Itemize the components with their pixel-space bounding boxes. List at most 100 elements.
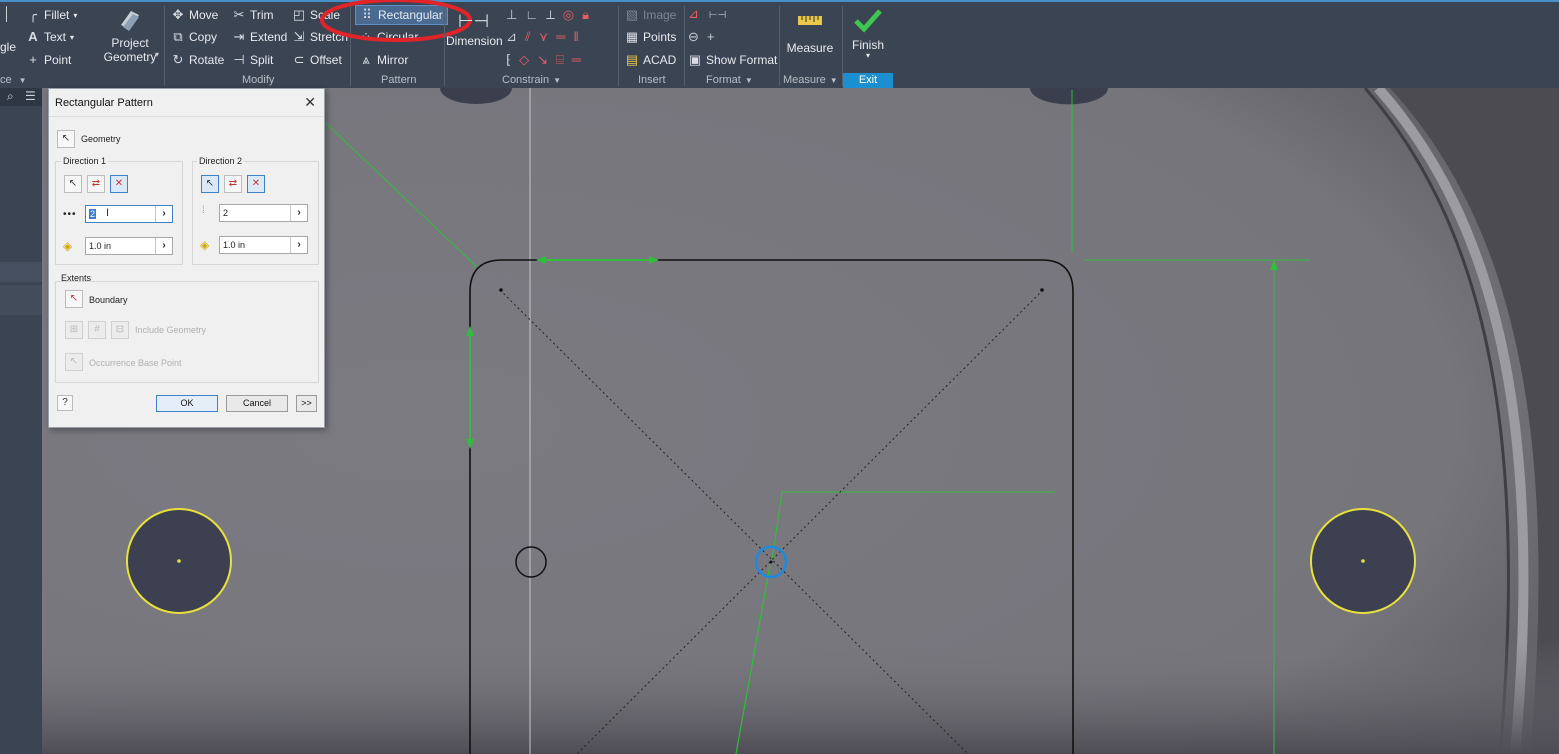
mirror-icon: ⩓ [362,52,370,67]
direction1-midplane-button[interactable]: ✕ [110,175,128,193]
construction-icon[interactable]: ⊿ [688,6,699,21]
fix-lock-icon[interactable]: 🔒︎ [582,7,597,22]
close-icon[interactable]: ✕ [304,94,316,111]
dimension-button[interactable]: ⊢⊣ Dimension [446,8,503,48]
include-geometry-button-3[interactable]: ⊟ [111,321,129,339]
chevron-right-icon[interactable]: › [290,237,307,253]
split-button[interactable]: ⊣ Split [232,53,273,68]
image-button[interactable]: ▧ Image [625,8,677,23]
dropdown-arrow-icon: ▼ [18,75,27,85]
include-geometry-button-2[interactable]: # [88,321,106,339]
measure-button[interactable]: Measure [784,10,836,55]
project-geometry-button[interactable]: Project Geometry [100,7,160,64]
show-format-button[interactable]: ▣ Show Format [688,52,778,68]
offset-label: Offset [310,53,342,67]
boundary-select-button[interactable]: ↖ [65,290,83,308]
tangent-icon[interactable]: ⊿ [506,29,525,44]
driven-dimension-icon[interactable]: ⊢⊣ [709,10,726,21]
direction2-midplane-button[interactable]: ✕ [247,175,265,193]
rotate-button[interactable]: ↻ Rotate [171,53,225,68]
direction1-label: Direction 1 [61,156,109,166]
collinear-icon[interactable]: ∟ [525,7,546,22]
extend-button[interactable]: ⇥ Extend [232,30,288,45]
fillet-dropdown-icon: ▾ [73,10,78,20]
vertical-icon[interactable]: ‖ [573,29,586,44]
offset-button[interactable]: ⊂ Offset [292,53,342,68]
smooth-icon[interactable]: ⁅ [506,52,519,67]
center-point[interactable] [769,560,773,564]
sketch-point[interactable] [499,288,503,292]
browser-item-highlight[interactable] [0,262,42,282]
coincident-icon[interactable]: ⊥ [506,7,525,22]
ok-button[interactable]: OK [156,395,218,412]
perpendicular-icon[interactable]: ⟂ [546,7,563,22]
measure-label: Measure [786,41,834,55]
centerline-icon[interactable]: ⊖ [688,29,699,44]
copy-icon: ⧉ [173,29,183,44]
hole-center-point[interactable] [177,559,181,563]
hole-center-point[interactable] [1361,559,1365,563]
midplane-icon: ✕ [251,178,261,189]
more-options-button[interactable]: >> [296,395,317,412]
floor-shadow [42,640,1559,754]
count-vertical-icon: ⁞ [202,205,205,216]
horizontal-icon[interactable]: ⋎ [539,29,557,44]
move-icon: ✥ [172,7,184,22]
sketch-point[interactable] [1040,288,1044,292]
equal-icon[interactable]: ═ [556,29,573,44]
menu-icon[interactable]: ☰ [25,89,36,103]
text-button[interactable]: A Text ▾ [26,30,75,45]
image-label: Image [643,8,677,22]
text-label: Text [44,30,67,44]
text-dropdown-icon: ▾ [70,32,75,42]
acad-icon: ▤ [625,52,639,67]
chevron-right-icon[interactable]: › [155,206,172,222]
finish-sketch-button[interactable]: Finish ▾ [846,7,890,60]
direction1-spacing-field[interactable]: 1.0 in › [85,237,173,255]
points-button[interactable]: ▦ Points [625,30,677,45]
title-divider [49,116,324,117]
cancel-button[interactable]: Cancel [226,395,288,412]
project-geometry-icon [121,11,139,31]
direction2-flip-button[interactable]: ⇄ [224,175,242,193]
help-icon[interactable]: ? [57,395,73,411]
show-constraints-icon[interactable]: ↘ [537,52,556,67]
copy-button[interactable]: ⧉ Copy [171,29,217,45]
parallel-icon[interactable]: ⫽ [525,29,539,44]
fillet-icon: ╭ [29,7,37,22]
trim-button[interactable]: ✂ Trim [232,8,274,23]
search-icon[interactable]: ⌕ [7,89,14,104]
point-label: Point [44,53,72,67]
partial-tool-label: gle [0,40,17,54]
show-format-icon: ▣ [688,52,702,67]
centerpoint-icon[interactable]: + [707,29,715,44]
scale-icon: ◰ [292,7,306,22]
point-button[interactable]: + Point [26,53,72,68]
partial-line-tool[interactable]: │ [0,7,14,21]
symmetric-icon[interactable]: ◇ [519,52,537,67]
occurrence-base-point-button[interactable]: ↖ [65,353,83,371]
include-geometry-button-1[interactable]: ⊞ [65,321,83,339]
dialog-title: Rectangular Pattern [55,97,153,109]
rectangular-pattern-dialog: Rectangular Pattern ✕ ↖ Geometry Directi… [48,88,325,428]
measure-icon [798,16,822,25]
constraint-settings-icon[interactable]: ⌸ [556,52,572,67]
concentric-icon[interactable]: ◎ [563,7,582,22]
chevron-right-icon[interactable]: › [290,205,307,221]
geometry-select-button[interactable]: ↖ [57,130,75,148]
acad-button[interactable]: ▤ ACAD [625,52,677,68]
direction2-count-field[interactable]: 2 › [219,204,308,222]
direction1-count-field[interactable]: 2 I › [85,205,173,223]
equal2-icon[interactable]: ═ [572,52,589,67]
fillet-button[interactable]: ╭ Fillet ▾ [26,7,78,23]
browser-item[interactable] [0,285,42,315]
mirror-button[interactable]: ⩓ Mirror [359,52,408,68]
direction2-spacing-field[interactable]: 1.0 in › [219,236,308,254]
cursor-arrow-icon: ↖ [69,356,79,367]
move-button[interactable]: ✥ Move [171,7,219,23]
direction2-select-button[interactable]: ↖ [201,175,219,193]
chevron-right-icon[interactable]: › [155,238,172,254]
partial-rectangle-tool[interactable]: gle [0,40,16,54]
direction1-flip-button[interactable]: ⇄ [87,175,105,193]
direction1-select-button[interactable]: ↖ [64,175,82,193]
